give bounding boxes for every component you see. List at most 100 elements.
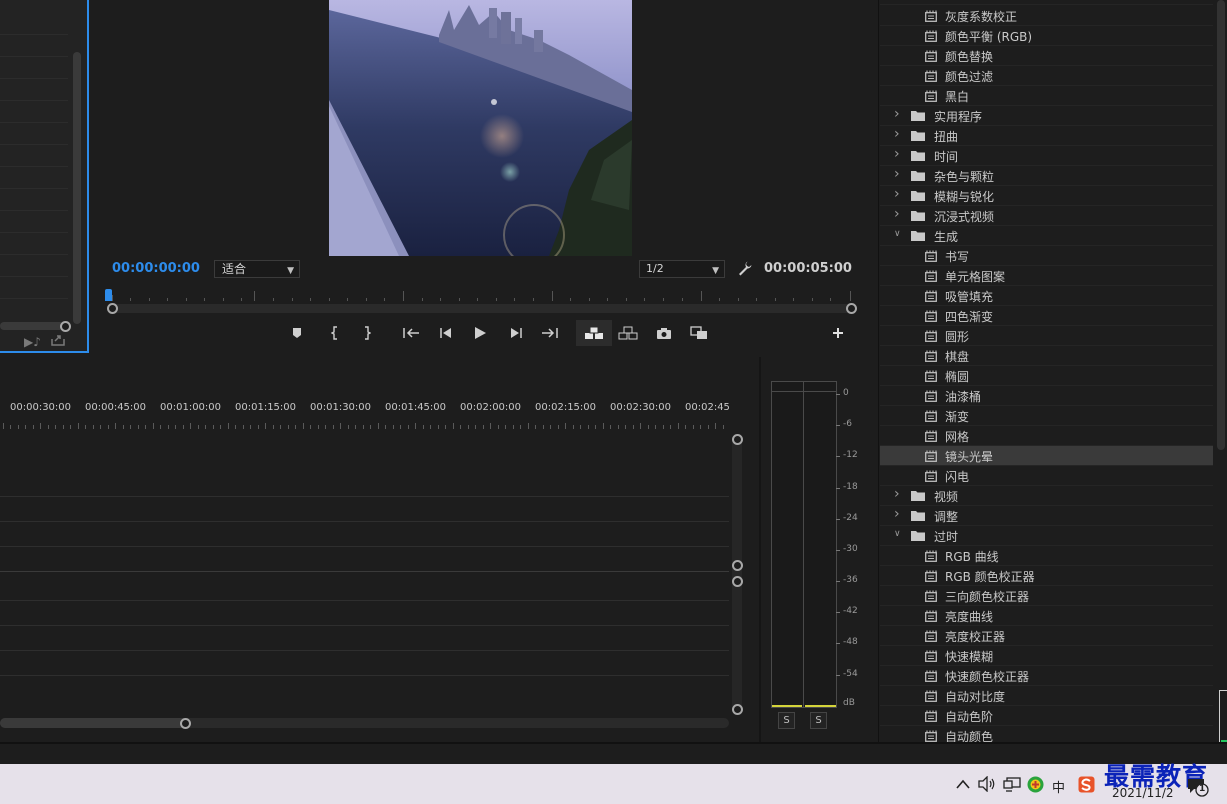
effect-item[interactable]: 闪电	[880, 466, 1213, 486]
effect-item[interactable]: 亮度校正器	[880, 626, 1213, 646]
go-to-in-button[interactable]	[402, 322, 420, 344]
add-marker-button[interactable]	[290, 322, 304, 344]
effects-folder[interactable]: › 实用程序	[880, 106, 1213, 126]
audio-video-separator[interactable]	[0, 571, 729, 572]
solo-right-button[interactable]: S	[810, 712, 827, 729]
effect-item[interactable]: 颜色平衡 (RGB)	[880, 26, 1213, 46]
zoom-fit-select[interactable]: 适合 ▼	[214, 260, 300, 278]
chevron-right-icon[interactable]: ›	[894, 126, 900, 142]
effect-preset-icon	[925, 610, 937, 622]
security-app-icon[interactable]	[1027, 776, 1044, 793]
effects-scrollbar[interactable]	[1217, 0, 1225, 450]
playback-resolution-select[interactable]: 1/2 ▼	[639, 260, 725, 278]
timeline-panel	[0, 357, 755, 742]
effect-item[interactable]: 吸管填充	[880, 286, 1213, 306]
effect-item[interactable]: 镜头光晕	[880, 446, 1213, 466]
video-track-divider	[0, 496, 729, 497]
meter-scale-label: 0	[843, 388, 849, 398]
chevron-down-icon[interactable]: ∨	[894, 529, 901, 539]
chevron-right-icon[interactable]: ›	[894, 486, 900, 502]
clock-date[interactable]: 2021/11/2	[1112, 786, 1174, 800]
project-horizontal-scrollbar[interactable]	[0, 322, 64, 330]
effects-folder[interactable]: › 扭曲	[880, 126, 1213, 146]
effect-item[interactable]: 快速模糊	[880, 646, 1213, 666]
effect-item[interactable]: 颜色替换	[880, 46, 1213, 66]
export-frame-button[interactable]	[655, 322, 673, 344]
automate-to-sequence-icon[interactable]: ▶♪	[24, 335, 41, 349]
insert-button[interactable]	[584, 322, 604, 344]
effect-item[interactable]: 自动色阶	[880, 706, 1213, 726]
network-icon[interactable]	[1003, 777, 1021, 792]
list-row-divider	[0, 144, 68, 145]
monitor-zoom-scrollbar[interactable]	[112, 304, 852, 313]
effects-folder[interactable]: ∨ 生成	[880, 226, 1213, 246]
video-zoom-handle-top[interactable]	[732, 434, 743, 445]
effects-folder[interactable]: › 沉浸式视频	[880, 206, 1213, 226]
play-button[interactable]	[472, 322, 488, 344]
effect-item[interactable]: 书写	[880, 246, 1213, 266]
effect-item[interactable]: 灰度系数校正	[880, 6, 1213, 26]
chevron-right-icon[interactable]: ›	[894, 146, 900, 162]
step-back-button[interactable]	[438, 322, 454, 344]
wrench-icon[interactable]	[737, 260, 753, 276]
playhead[interactable]	[105, 289, 112, 301]
current-timecode[interactable]: 00:00:00:00	[112, 261, 200, 276]
effects-folder[interactable]: › 视频	[880, 486, 1213, 506]
effect-item[interactable]: RGB 颜色校正器	[880, 566, 1213, 586]
timeline-time-ruler[interactable]	[0, 417, 730, 429]
comparison-view-button[interactable]	[689, 322, 709, 344]
effect-item[interactable]: 单元格图案	[880, 266, 1213, 286]
overwrite-button[interactable]	[618, 322, 638, 344]
sogou-input-icon[interactable]	[1078, 776, 1095, 793]
effect-item[interactable]: 圆形	[880, 326, 1213, 346]
chevron-right-icon[interactable]: ›	[894, 166, 900, 182]
notification-button[interactable]: 1	[1187, 777, 1209, 797]
step-forward-button[interactable]	[508, 322, 524, 344]
timeline-zoom-handle[interactable]	[180, 718, 191, 729]
effect-item[interactable]: 棋盘	[880, 346, 1213, 366]
effect-item[interactable]: 网格	[880, 426, 1213, 446]
timeline-scroll-thumb[interactable]	[0, 718, 186, 728]
effects-folder[interactable]: › 调整	[880, 506, 1213, 526]
zoom-start-handle[interactable]	[107, 303, 118, 314]
chevron-right-icon[interactable]: ›	[894, 506, 900, 522]
effects-folder[interactable]: ∨ 过时	[880, 526, 1213, 546]
effect-item[interactable]: 亮度曲线	[880, 606, 1213, 626]
chevron-right-icon[interactable]: ›	[894, 206, 900, 222]
timeline-vertical-scrollbar[interactable]	[732, 436, 742, 712]
audio-zoom-handle-top[interactable]	[732, 576, 743, 587]
effect-item[interactable]: 油漆桶	[880, 386, 1213, 406]
effect-item[interactable]: 黑白	[880, 86, 1213, 106]
effect-item[interactable]: 三向颜色校正器	[880, 586, 1213, 606]
video-zoom-handle-bottom[interactable]	[732, 560, 743, 571]
monitor-time-ruler[interactable]	[112, 289, 852, 301]
effects-folder[interactable]: › 模糊与锐化	[880, 186, 1213, 206]
go-to-out-button[interactable]	[541, 322, 559, 344]
effect-item[interactable]: RGB 曲线	[880, 546, 1213, 566]
folder-icon	[911, 131, 925, 141]
effect-item[interactable]: 快速颜色校正器	[880, 666, 1213, 686]
zoom-end-handle[interactable]	[846, 303, 857, 314]
effect-label: 亮度校正器	[945, 630, 1006, 644]
effects-folder[interactable]: › 杂色与颗粒	[880, 166, 1213, 186]
mark-in-button[interactable]	[328, 322, 342, 344]
ime-indicator[interactable]: 中	[1052, 777, 1065, 796]
effect-item[interactable]: 渐变	[880, 406, 1213, 426]
mark-out-button[interactable]	[360, 322, 374, 344]
effect-item[interactable]: 自动对比度	[880, 686, 1213, 706]
button-editor-button[interactable]	[831, 322, 845, 344]
effect-item[interactable]: 颜色过滤	[880, 66, 1213, 86]
effects-folder[interactable]: › 时间	[880, 146, 1213, 166]
chevron-down-icon[interactable]: ∨	[894, 229, 901, 239]
project-zoom-handle[interactable]	[60, 321, 71, 332]
chevron-right-icon[interactable]: ›	[894, 186, 900, 202]
solo-left-button[interactable]: S	[778, 712, 795, 729]
speaker-icon[interactable]	[978, 776, 996, 792]
project-vertical-scrollbar[interactable]	[73, 52, 81, 324]
export-icon[interactable]	[50, 333, 66, 347]
chevron-right-icon[interactable]: ›	[894, 106, 900, 122]
audio-zoom-handle-bottom[interactable]	[732, 704, 743, 715]
effect-item[interactable]: 椭圆	[880, 366, 1213, 386]
effect-item[interactable]: 四色渐变	[880, 306, 1213, 326]
chevron-up-icon[interactable]	[956, 778, 970, 790]
